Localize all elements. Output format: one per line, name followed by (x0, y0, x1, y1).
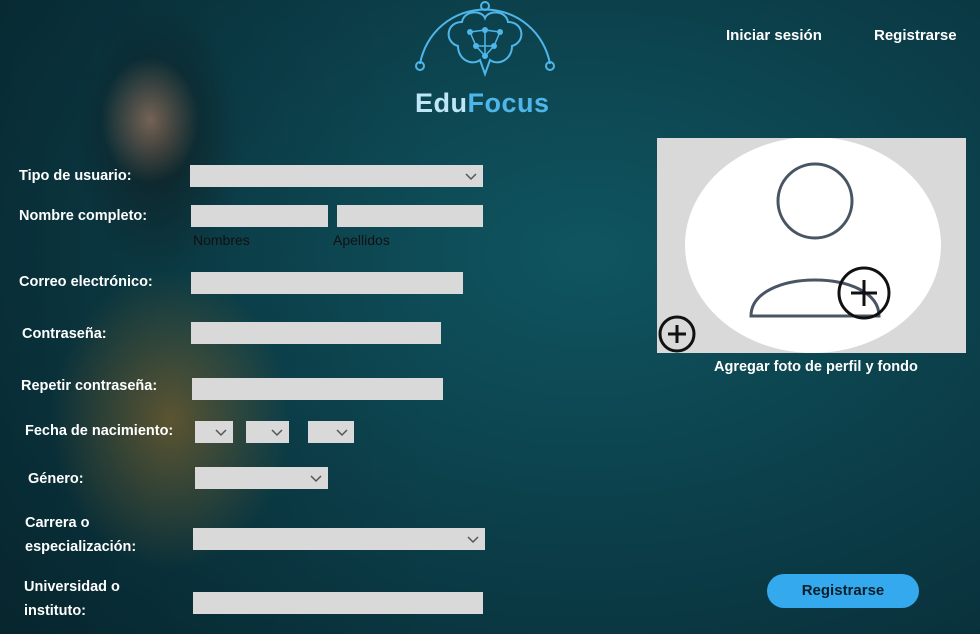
chevron-down-icon (465, 173, 477, 181)
university-label-line2: instituto: (24, 603, 87, 619)
full-name-label: Nombre completo: (19, 208, 148, 224)
first-name-caption: Nombres (193, 232, 250, 248)
birth-date-label: Fecha de nacimiento: (25, 423, 174, 439)
login-link[interactable]: Iniciar sesión (726, 27, 822, 44)
university-input[interactable] (193, 592, 483, 614)
email-input[interactable] (191, 272, 463, 294)
career-select[interactable] (193, 528, 485, 550)
logo: EduFocus (410, 0, 560, 122)
brain-circuit-icon (415, 1, 555, 77)
repeat-password-label: Repetir contraseña: (21, 378, 158, 394)
chevron-down-icon (215, 429, 227, 437)
user-avatar-icon (685, 138, 941, 353)
career-label-line1: Carrera o (25, 515, 90, 531)
first-name-input[interactable] (191, 205, 328, 227)
career-label-line2: especialización: (25, 539, 137, 555)
repeat-password-input[interactable] (192, 378, 443, 400)
register-link[interactable]: Registrarse (874, 27, 957, 44)
user-type-select[interactable] (190, 165, 483, 187)
birth-year-select[interactable] (308, 421, 354, 443)
plus-circle-icon[interactable] (836, 265, 892, 321)
university-label: Universidad o instituto: (24, 575, 120, 623)
last-name-caption: Apellidos (333, 232, 390, 248)
birth-month-select[interactable] (246, 421, 289, 443)
email-label: Correo electrónico: (19, 274, 153, 290)
register-button[interactable]: Registrarse (767, 574, 919, 608)
password-label: Contraseña: (22, 326, 107, 342)
birth-day-select[interactable] (195, 421, 233, 443)
user-type-label: Tipo de usuario: (19, 168, 132, 184)
brand-name-part1: Edu (415, 88, 468, 118)
university-label-line1: Universidad o (24, 579, 120, 595)
gender-label: Género: (28, 471, 84, 487)
chevron-down-icon (310, 475, 322, 483)
password-input[interactable] (191, 322, 441, 344)
gender-select[interactable] (195, 467, 328, 489)
career-label: Carrera o especialización: (25, 511, 136, 559)
last-name-input[interactable] (337, 205, 483, 227)
profile-photo-caption: Agregar foto de perfil y fondo (714, 359, 918, 375)
brand-name-part2: Focus (467, 88, 550, 118)
brand-name: EduFocus (415, 88, 550, 119)
chevron-down-icon (271, 429, 283, 437)
chevron-down-icon (336, 429, 348, 437)
profile-photo-area[interactable] (657, 138, 966, 353)
chevron-down-icon (467, 536, 479, 544)
plus-circle-icon[interactable] (657, 314, 697, 354)
